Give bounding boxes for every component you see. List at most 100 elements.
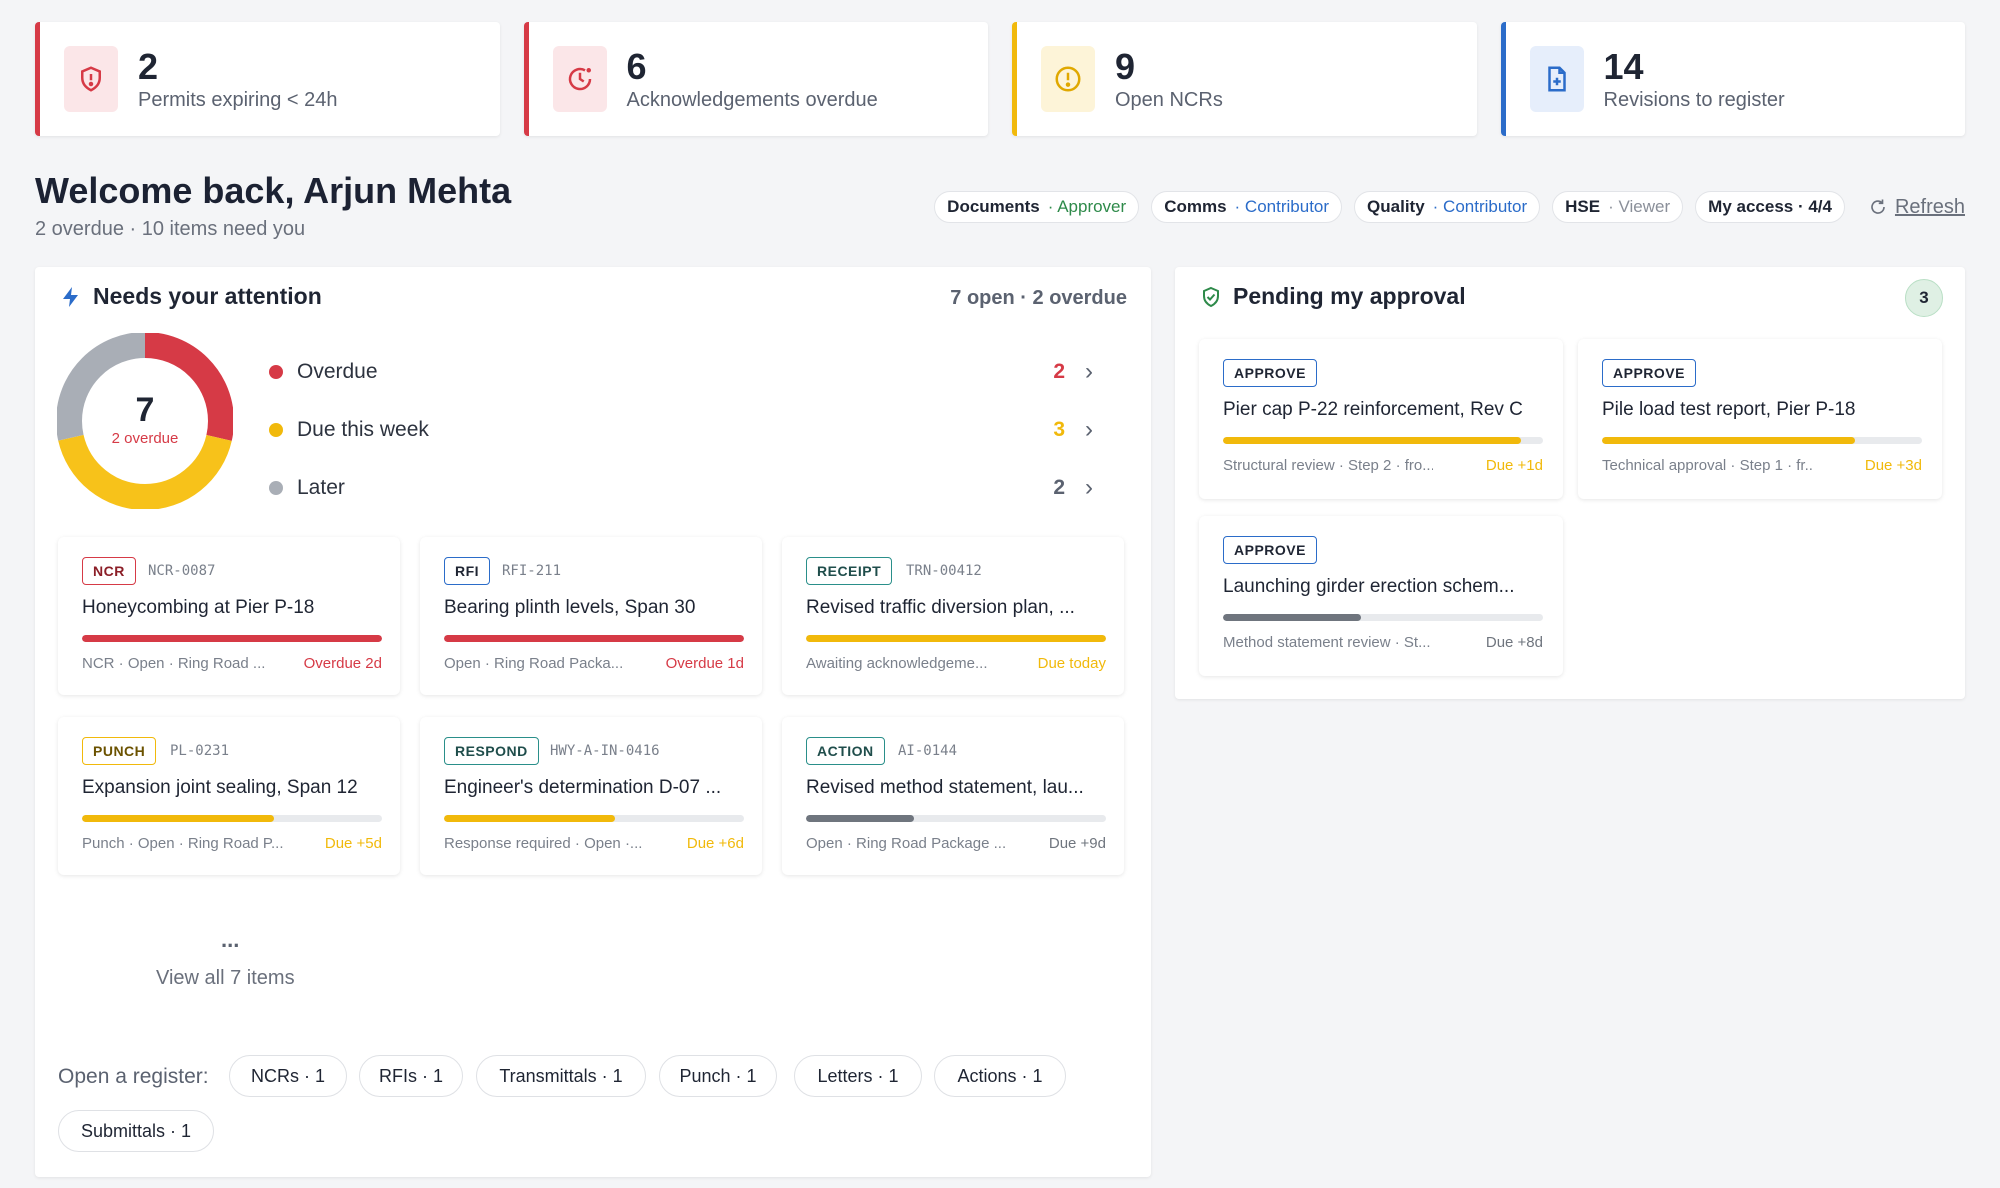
legend-count: 3 <box>1053 418 1065 441</box>
attention-meta: 7 open · 2 overdue <box>950 287 1127 309</box>
card-footer: Open · Ring Road Package ... Due +9d <box>806 835 1106 852</box>
card-footer: Punch · Open · Ring Road P... Due +5d <box>82 835 382 852</box>
approval-card[interactable]: APPROVE Pile load test report, Pier P-18… <box>1578 339 1942 499</box>
attention-card-respond[interactable]: RESPOND HWY-A-IN-0416 Engineer's determi… <box>420 717 762 875</box>
kpi-value: 6 <box>626 45 647 87</box>
due-label: Due +6d <box>686 835 744 852</box>
card-meta: Response required · Open ·... <box>444 835 643 852</box>
legend-label: Due this week <box>297 418 429 441</box>
item-code: RFI-211 <box>502 563 562 579</box>
due-label: Due today <box>1037 655 1106 672</box>
legend-row-due-this-week[interactable]: Due this week 3 › <box>269 401 1099 459</box>
card-title: Engineer's determination D-07 ... <box>444 777 722 798</box>
access-pill-hse[interactable]: HSE · Viewer <box>1552 191 1684 223</box>
chevron-right-icon: › <box>1085 474 1093 501</box>
access-bar: Documents · Approver Comms · Contributor Q… <box>934 191 1965 223</box>
access-role: · Contributor <box>1432 197 1528 216</box>
item-code: AI-0144 <box>898 743 958 759</box>
kpi-revisions-to-register[interactable]: 14 Revisions to register <box>1500 22 1965 136</box>
progress-fill <box>806 815 914 822</box>
card-footer: Open · Ring Road Packa... Overdue 1d <box>444 655 744 672</box>
card-title: Honeycombing at Pier P-18 <box>82 597 315 618</box>
clock-alert-icon <box>552 46 607 112</box>
access-module: HSE <box>1565 197 1601 216</box>
kpi-permits-expiring[interactable]: 2 Permits expiring < 24h <box>35 22 500 136</box>
card-title: Pile load test report, Pier P-18 <box>1602 399 1856 420</box>
approval-card[interactable]: APPROVE Pier cap P-22 reinforcement, Rev… <box>1199 339 1563 499</box>
due-label: Overdue 1d <box>665 655 744 672</box>
progress-bar <box>806 815 1106 822</box>
register-chip-submittals[interactable]: Submittals · 1 <box>58 1110 214 1152</box>
panel-title: Needs your attention <box>93 283 322 309</box>
welcome-header: Welcome back, Arjun Mehta 2 overdue · 10… <box>35 170 511 241</box>
legend-count: 2 <box>1053 476 1065 499</box>
progress-bar <box>82 635 382 642</box>
card-footer: Awaiting acknowledgeme... Due today <box>806 655 1106 672</box>
register-chip-letters[interactable]: Letters · 1 <box>794 1055 922 1097</box>
kpi-label: Acknowledgements overdue <box>626 88 878 111</box>
refresh-label: Refresh <box>1894 195 1965 218</box>
card-footer: Method statement review · St... Due +8d <box>1223 634 1543 651</box>
progress-bar <box>806 635 1106 642</box>
access-module: Documents <box>947 197 1040 216</box>
type-tag: PUNCH <box>82 737 157 765</box>
progress-fill <box>444 815 615 822</box>
legend-row-later[interactable]: Later 2 › <box>269 459 1099 517</box>
card-meta: NCR · Open · Ring Road ... <box>82 655 266 672</box>
chevron-right-icon: › <box>1085 358 1093 385</box>
card-meta: Structural review · Step 2 · fro... <box>1223 457 1433 474</box>
kpi-open-ncrs[interactable]: 9 Open NCRs <box>1012 22 1477 136</box>
view-all-link[interactable]: View all 7 items <box>156 967 295 990</box>
attention-card-rfi[interactable]: RFI RFI-211 Bearing plinth levels, Span … <box>420 537 762 695</box>
donut-total: 7 <box>135 391 155 429</box>
approval-card[interactable]: APPROVE Launching girder erection schem.… <box>1199 516 1563 676</box>
access-pill-quality[interactable]: Quality · Contributor <box>1354 191 1541 223</box>
card-title: Revised traffic diversion plan, ... <box>806 597 1075 618</box>
register-chip-ncrs[interactable]: NCRs · 1 <box>229 1055 347 1097</box>
needs-attention-panel: Needs your attention 7 open · 2 overdue … <box>35 267 1151 1177</box>
status-dot <box>269 365 283 379</box>
attention-card-action[interactable]: ACTION AI-0144 Revised method statement,… <box>782 717 1124 875</box>
my-access-pill[interactable]: My access · 4/4 <box>1695 191 1845 223</box>
file-plus-icon <box>1529 46 1584 112</box>
attention-card-receipt[interactable]: RECEIPT TRN-00412 Revised traffic divers… <box>782 537 1124 695</box>
card-title: Bearing plinth levels, Span 30 <box>444 597 696 618</box>
more-items-indicator: ... <box>221 927 240 952</box>
type-tag: APPROVE <box>1223 536 1317 564</box>
progress-bar <box>1223 437 1543 444</box>
kpi-label: Permits expiring < 24h <box>138 88 338 111</box>
due-label: Due +1d <box>1485 457 1543 474</box>
card-footer: Structural review · Step 2 · fro... Due +… <box>1223 457 1543 474</box>
due-label: Due +9d <box>1048 835 1106 852</box>
access-role: · Viewer <box>1608 197 1671 216</box>
access-pill-documents[interactable]: Documents · Approver <box>934 191 1140 223</box>
refresh-button[interactable]: Refresh <box>1869 196 1965 219</box>
due-label: Overdue 2d <box>303 655 382 672</box>
progress-bar <box>444 635 744 642</box>
legend-row-overdue[interactable]: Overdue 2 › <box>269 343 1099 401</box>
legend-label: Overdue <box>297 360 378 383</box>
card-title: Launching girder erection schem... <box>1223 576 1515 597</box>
progress-fill <box>1602 437 1855 444</box>
type-tag: RFI <box>444 557 491 585</box>
attention-card-ncr[interactable]: NCR NCR-0087 Honeycombing at Pier P-18 N… <box>58 537 400 695</box>
lightning-icon <box>63 287 78 307</box>
progress-fill <box>82 635 382 642</box>
kpi-ack-overdue[interactable]: 6 Acknowledgements overdue <box>523 22 988 136</box>
item-code: PL-0231 <box>170 743 230 759</box>
access-pill-comms[interactable]: Comms · Contributor <box>1151 191 1343 223</box>
kpi-label: Open NCRs <box>1115 88 1223 111</box>
register-chip-punch[interactable]: Punch · 1 <box>659 1055 777 1097</box>
due-label: Due +8d <box>1485 634 1543 651</box>
legend-count: 2 <box>1053 360 1065 383</box>
register-chip-transmittals[interactable]: Transmittals · 1 <box>476 1055 646 1097</box>
attention-card-punch[interactable]: PUNCH PL-0231 Expansion joint sealing, S… <box>58 717 400 875</box>
register-chip-rfis[interactable]: RFIs · 1 <box>359 1055 463 1097</box>
shield-check-icon <box>1203 286 1219 308</box>
progress-bar <box>82 815 382 822</box>
panel-title: Pending my approval <box>1233 283 1466 309</box>
card-footer: NCR · Open · Ring Road ... Overdue 2d <box>82 655 382 672</box>
type-tag: APPROVE <box>1602 359 1696 387</box>
register-chip-actions[interactable]: Actions · 1 <box>934 1055 1066 1097</box>
item-code: TRN-00412 <box>906 563 982 579</box>
